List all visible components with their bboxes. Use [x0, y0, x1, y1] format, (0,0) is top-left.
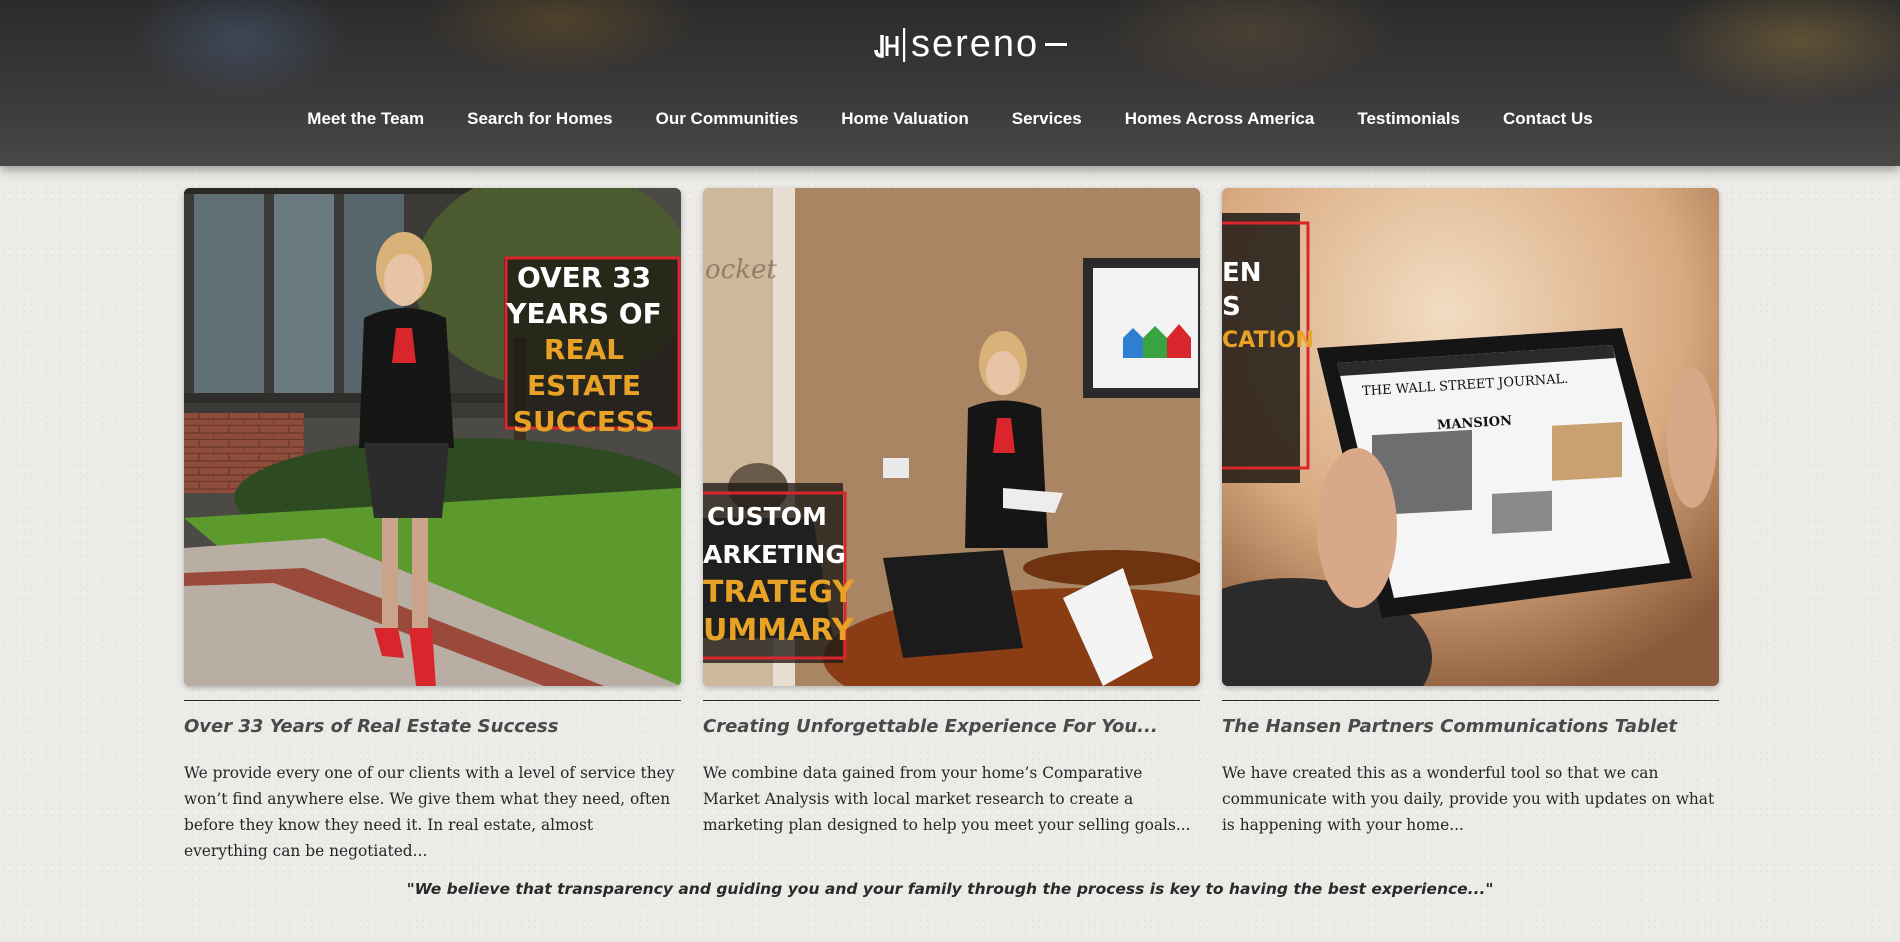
main-nav: Meet the Team Search for Homes Our Commu… — [0, 106, 1900, 132]
mission-quote: "We believe that transparency and guidin… — [406, 880, 1494, 898]
nav-services[interactable]: Services — [990, 106, 1103, 132]
divider-line — [1222, 700, 1719, 701]
overlay-line: TRATEGY — [703, 575, 855, 610]
card-description: We combine data gained from your home’s … — [703, 764, 1191, 834]
overlay-line: EN — [1222, 258, 1262, 288]
overlay-line: S — [1222, 292, 1241, 322]
card-description: We have created this as a wonderful tool… — [1222, 764, 1715, 834]
card-title[interactable]: The Hansen Partners Communications Table… — [1222, 714, 1742, 740]
overlay-line: CUSTOM — [707, 502, 827, 531]
overlay-line: ARKETING — [703, 540, 846, 569]
overlay-text-block: EN S CATION — [1222, 256, 1314, 358]
card-description: We provide every one of our clients with… — [184, 764, 675, 860]
card-title[interactable]: Creating Unforgettable Experience For Yo… — [703, 714, 1223, 740]
agent-presentation-photo[interactable]: ocket CUSTOM ARKETING TRATEGY UMMARY — [703, 188, 1200, 686]
nav-meet-the-team[interactable]: Meet the Team — [286, 106, 446, 132]
overlay-line: SUCCESS — [512, 405, 656, 438]
overlay-line: YEARS OF — [506, 297, 662, 330]
svg-text:ocket: ocket — [705, 255, 777, 285]
feature-card-experience: OVER 33 YEARS OF REAL ESTATE SUCCESS — [184, 188, 681, 686]
site-logo[interactable]: sereno — [873, 22, 1067, 66]
feature-card-marketing: ocket CUSTOM ARKETING TRATEGY UMMARY — [703, 188, 1200, 686]
agent-outdoor-photo[interactable]: OVER 33 YEARS OF REAL ESTATE SUCCESS — [184, 188, 681, 686]
divider-line — [184, 700, 681, 701]
divider-line — [703, 700, 1200, 701]
nav-search-for-homes[interactable]: Search for Homes — [446, 106, 635, 132]
overlay-line: CATION — [1222, 328, 1314, 353]
nav-contact-us[interactable]: Contact Us — [1481, 106, 1614, 132]
feature-card-tablet: EN S CATION THE WALL STREET JOURNAL. MAN… — [1222, 188, 1719, 686]
logo-wordmark: sereno — [911, 23, 1040, 65]
overlay-line: OVER 33 — [516, 261, 652, 294]
overlay-line: UMMARY — [703, 613, 854, 648]
communications-tablet-photo[interactable]: EN S CATION THE WALL STREET JOURNAL. MAN… — [1222, 188, 1719, 686]
nav-testimonials[interactable]: Testimonials — [1336, 106, 1482, 132]
nav-homes-across-america[interactable]: Homes Across America — [1103, 106, 1336, 132]
site-header: sereno Meet the Team Search for Homes Ou… — [0, 0, 1900, 166]
overlay-text-block: CUSTOM ARKETING TRATEGY UMMARY — [703, 498, 855, 650]
overlay-line: REAL ESTATE — [527, 333, 641, 402]
card-title[interactable]: Over 33 Years of Real Estate Success — [184, 714, 704, 740]
nav-our-communities[interactable]: Our Communities — [634, 106, 820, 132]
logo-dash — [1045, 42, 1067, 46]
nav-home-valuation[interactable]: Home Valuation — [820, 106, 991, 132]
jh-monogram-icon — [873, 26, 907, 62]
overlay-text-block: OVER 33 YEARS OF REAL ESTATE SUCCESS — [484, 260, 681, 440]
